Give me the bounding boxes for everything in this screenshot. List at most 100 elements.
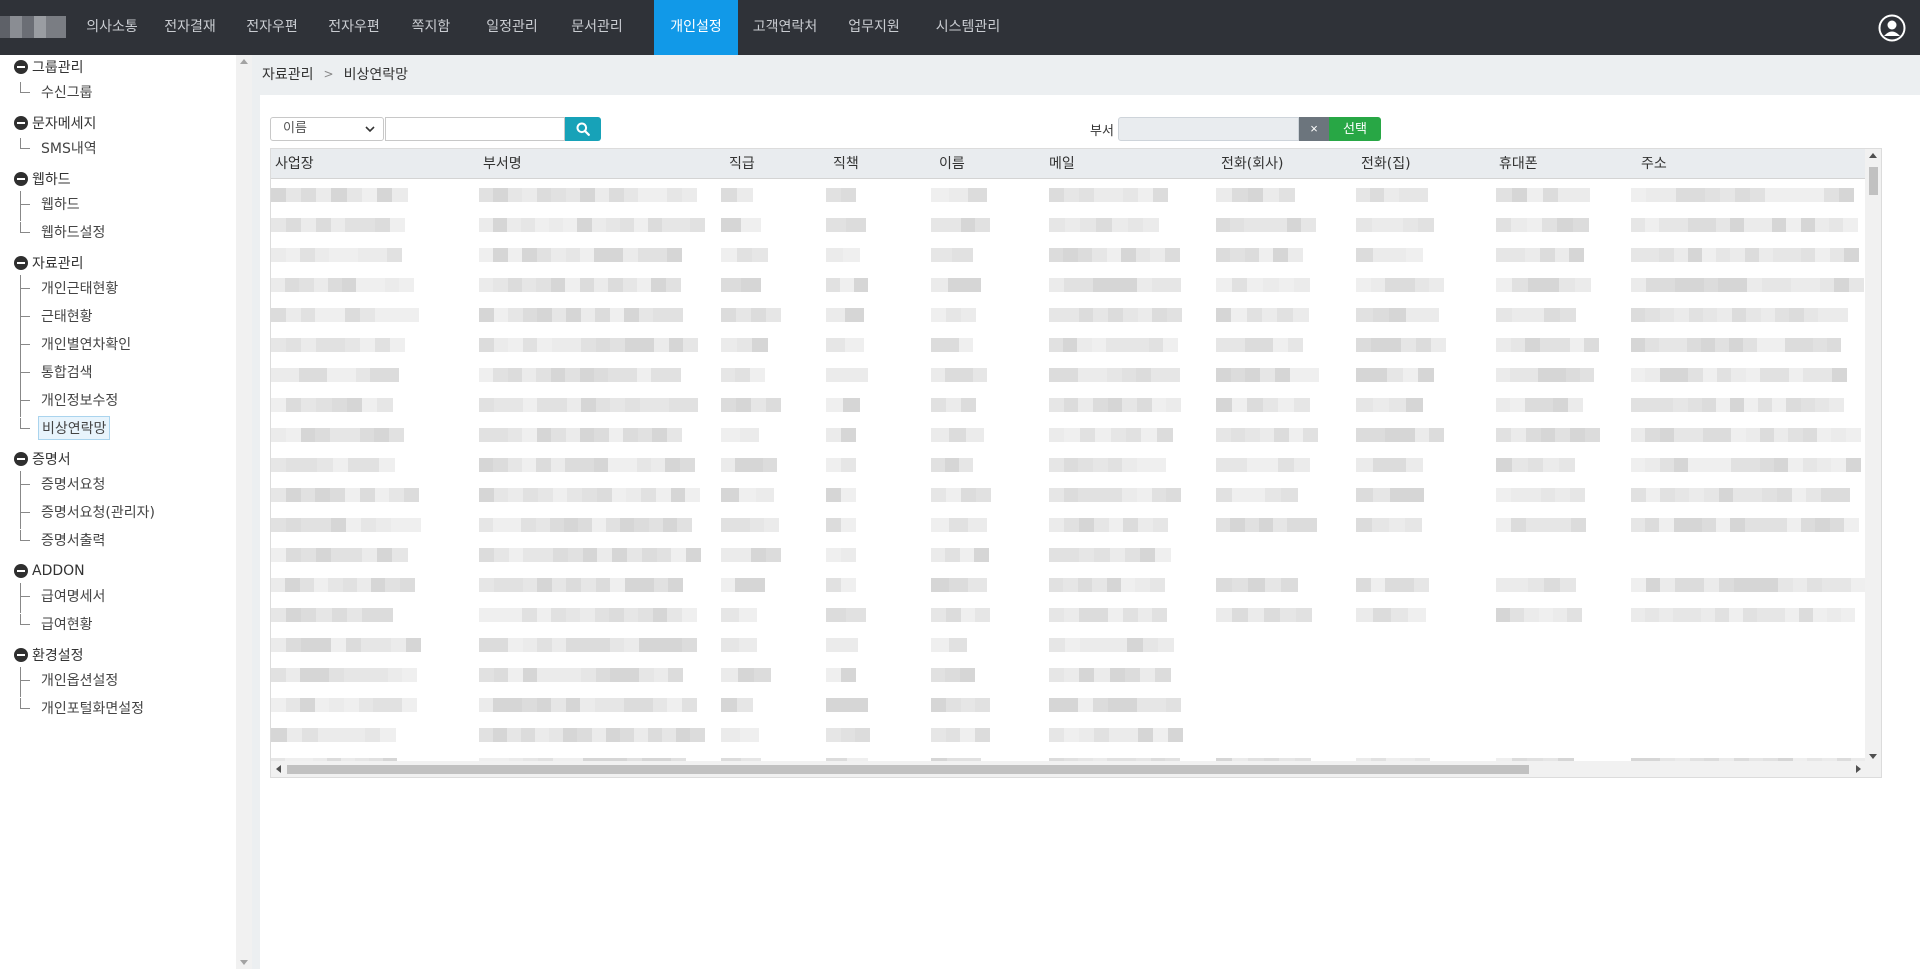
company-logo[interactable]: [0, 16, 66, 38]
collapse-minus-icon[interactable]: [14, 116, 28, 130]
table-row[interactable]: [271, 299, 1867, 329]
horizontal-scroll-thumb[interactable]: [287, 765, 1529, 774]
search-button[interactable]: [565, 117, 601, 141]
column-header[interactable]: 전화(집): [1361, 149, 1411, 179]
table-row[interactable]: [271, 719, 1867, 749]
nav-item[interactable]: 문서관리: [557, 0, 637, 55]
column-header[interactable]: 휴대폰: [1499, 149, 1538, 179]
tree-item[interactable]: 개인별연차확인: [20, 333, 134, 355]
table-row[interactable]: [271, 269, 1867, 299]
table-row[interactable]: [271, 419, 1867, 449]
nav-item[interactable]: 쪽지함: [396, 0, 466, 55]
table-row[interactable]: [271, 689, 1867, 719]
column-header[interactable]: 직책: [833, 149, 859, 179]
column-header[interactable]: 메일: [1049, 149, 1075, 179]
table-row[interactable]: [271, 359, 1867, 389]
nav-item[interactable]: 개인설정: [654, 0, 738, 55]
nav-item[interactable]: 일정관리: [472, 0, 552, 55]
table-horizontal-scrollbar[interactable]: [271, 761, 1881, 777]
tree-item[interactable]: 개인정보수정: [20, 389, 121, 411]
column-header[interactable]: 전화(회사): [1221, 149, 1283, 179]
table-row[interactable]: [271, 509, 1867, 539]
tree-item[interactable]: 증명서출력: [20, 529, 108, 551]
tree-group[interactable]: 증명서: [14, 449, 71, 469]
table-row[interactable]: [271, 629, 1867, 659]
collapse-minus-icon[interactable]: [14, 60, 28, 74]
tree-item[interactable]: 증명서요청(관리자): [20, 501, 158, 523]
search-input[interactable]: [385, 117, 565, 141]
collapse-minus-icon[interactable]: [14, 564, 28, 578]
redacted-cell-pixel: [651, 278, 667, 292]
sidebar-divider[interactable]: [252, 55, 260, 969]
table-row[interactable]: [271, 479, 1867, 509]
table-row[interactable]: [271, 569, 1867, 599]
tree-group[interactable]: 문자메세지: [14, 113, 96, 133]
tree-item-label: 급여명세서: [41, 589, 106, 605]
collapse-minus-icon[interactable]: [14, 172, 28, 186]
table-row[interactable]: [271, 449, 1867, 479]
scroll-up-arrow-icon[interactable]: [240, 59, 248, 64]
column-header[interactable]: 주소: [1641, 149, 1667, 179]
nav-item[interactable]: 고객연락처: [736, 0, 834, 55]
column-header[interactable]: 이름: [939, 149, 965, 179]
sidebar-scrollbar[interactable]: [236, 55, 252, 969]
vertical-scroll-thumb[interactable]: [1869, 167, 1878, 195]
column-header[interactable]: 부서명: [483, 149, 522, 179]
nav-item[interactable]: 업무지원: [834, 0, 914, 55]
table-body[interactable]: [271, 179, 1867, 763]
department-clear-button[interactable]: ×: [1299, 117, 1329, 141]
tree-item[interactable]: 웹하드설정: [20, 221, 108, 243]
scroll-left-arrow-icon[interactable]: [276, 765, 281, 773]
redacted-cell-pixel: [1407, 488, 1424, 502]
department-field[interactable]: [1118, 117, 1299, 141]
collapse-minus-icon[interactable]: [14, 452, 28, 466]
redacted-cell-pixel: [639, 338, 655, 352]
tree-item[interactable]: 통합검색: [20, 361, 96, 383]
tree-group[interactable]: 웹하드: [14, 169, 71, 189]
table-row[interactable]: [271, 329, 1867, 359]
scroll-down-arrow-icon[interactable]: [240, 960, 248, 965]
scroll-down-arrow-icon[interactable]: [1869, 754, 1877, 759]
breadcrumb-parent[interactable]: 자료관리: [262, 64, 314, 84]
nav-item[interactable]: 시스템관리: [920, 0, 1016, 55]
tree-item[interactable]: 근태현황: [20, 305, 96, 327]
user-circle-icon[interactable]: [1878, 14, 1906, 42]
column-header[interactable]: 사업장: [275, 149, 314, 179]
nav-item[interactable]: 전자우편: [314, 0, 394, 55]
table-row[interactable]: [271, 179, 1867, 209]
tree-group[interactable]: 그룹관리: [14, 57, 84, 77]
tree-item[interactable]: 증명서요청: [20, 473, 108, 495]
tree-group[interactable]: ADDON: [14, 561, 85, 581]
tree-item[interactable]: 개인옵션설정: [20, 669, 121, 691]
redacted-cell-pixel: [667, 638, 683, 652]
table-vertical-scrollbar[interactable]: [1865, 149, 1881, 763]
table-row[interactable]: [271, 389, 1867, 419]
nav-item[interactable]: 전자우편: [232, 0, 312, 55]
tree-item[interactable]: 급여현황: [20, 613, 96, 635]
search-field-select[interactable]: 이름: [270, 117, 384, 141]
column-header[interactable]: 직급: [729, 149, 755, 179]
nav-item[interactable]: 전자결재: [150, 0, 230, 55]
tree-item[interactable]: 수신그룹: [20, 81, 96, 103]
tree-item[interactable]: 개인포털화면설정: [20, 697, 147, 719]
table-row[interactable]: [271, 539, 1867, 569]
scroll-up-arrow-icon[interactable]: [1869, 153, 1877, 158]
redacted-cell-pixel: [841, 428, 856, 442]
tree-group[interactable]: 환경설정: [14, 645, 84, 665]
scroll-right-arrow-icon[interactable]: [1856, 765, 1861, 773]
table-row[interactable]: [271, 239, 1867, 269]
department-select-button[interactable]: 선택: [1329, 117, 1381, 141]
table-row[interactable]: [271, 659, 1867, 689]
tree-item[interactable]: 웹하드: [20, 193, 83, 215]
tree-group[interactable]: 자료관리: [14, 253, 84, 273]
collapse-minus-icon[interactable]: [14, 256, 28, 270]
collapse-minus-icon[interactable]: [14, 648, 28, 662]
tree-item[interactable]: 급여명세서: [20, 585, 108, 607]
table-row[interactable]: [271, 209, 1867, 239]
tree-item[interactable]: 비상연락망: [20, 416, 111, 440]
nav-item[interactable]: 의사소통: [72, 0, 152, 55]
redacted-cell-pixel: [1759, 428, 1775, 442]
tree-item[interactable]: SMS내역: [20, 137, 100, 159]
tree-item[interactable]: 개인근태현황: [20, 277, 121, 299]
table-row[interactable]: [271, 599, 1867, 629]
